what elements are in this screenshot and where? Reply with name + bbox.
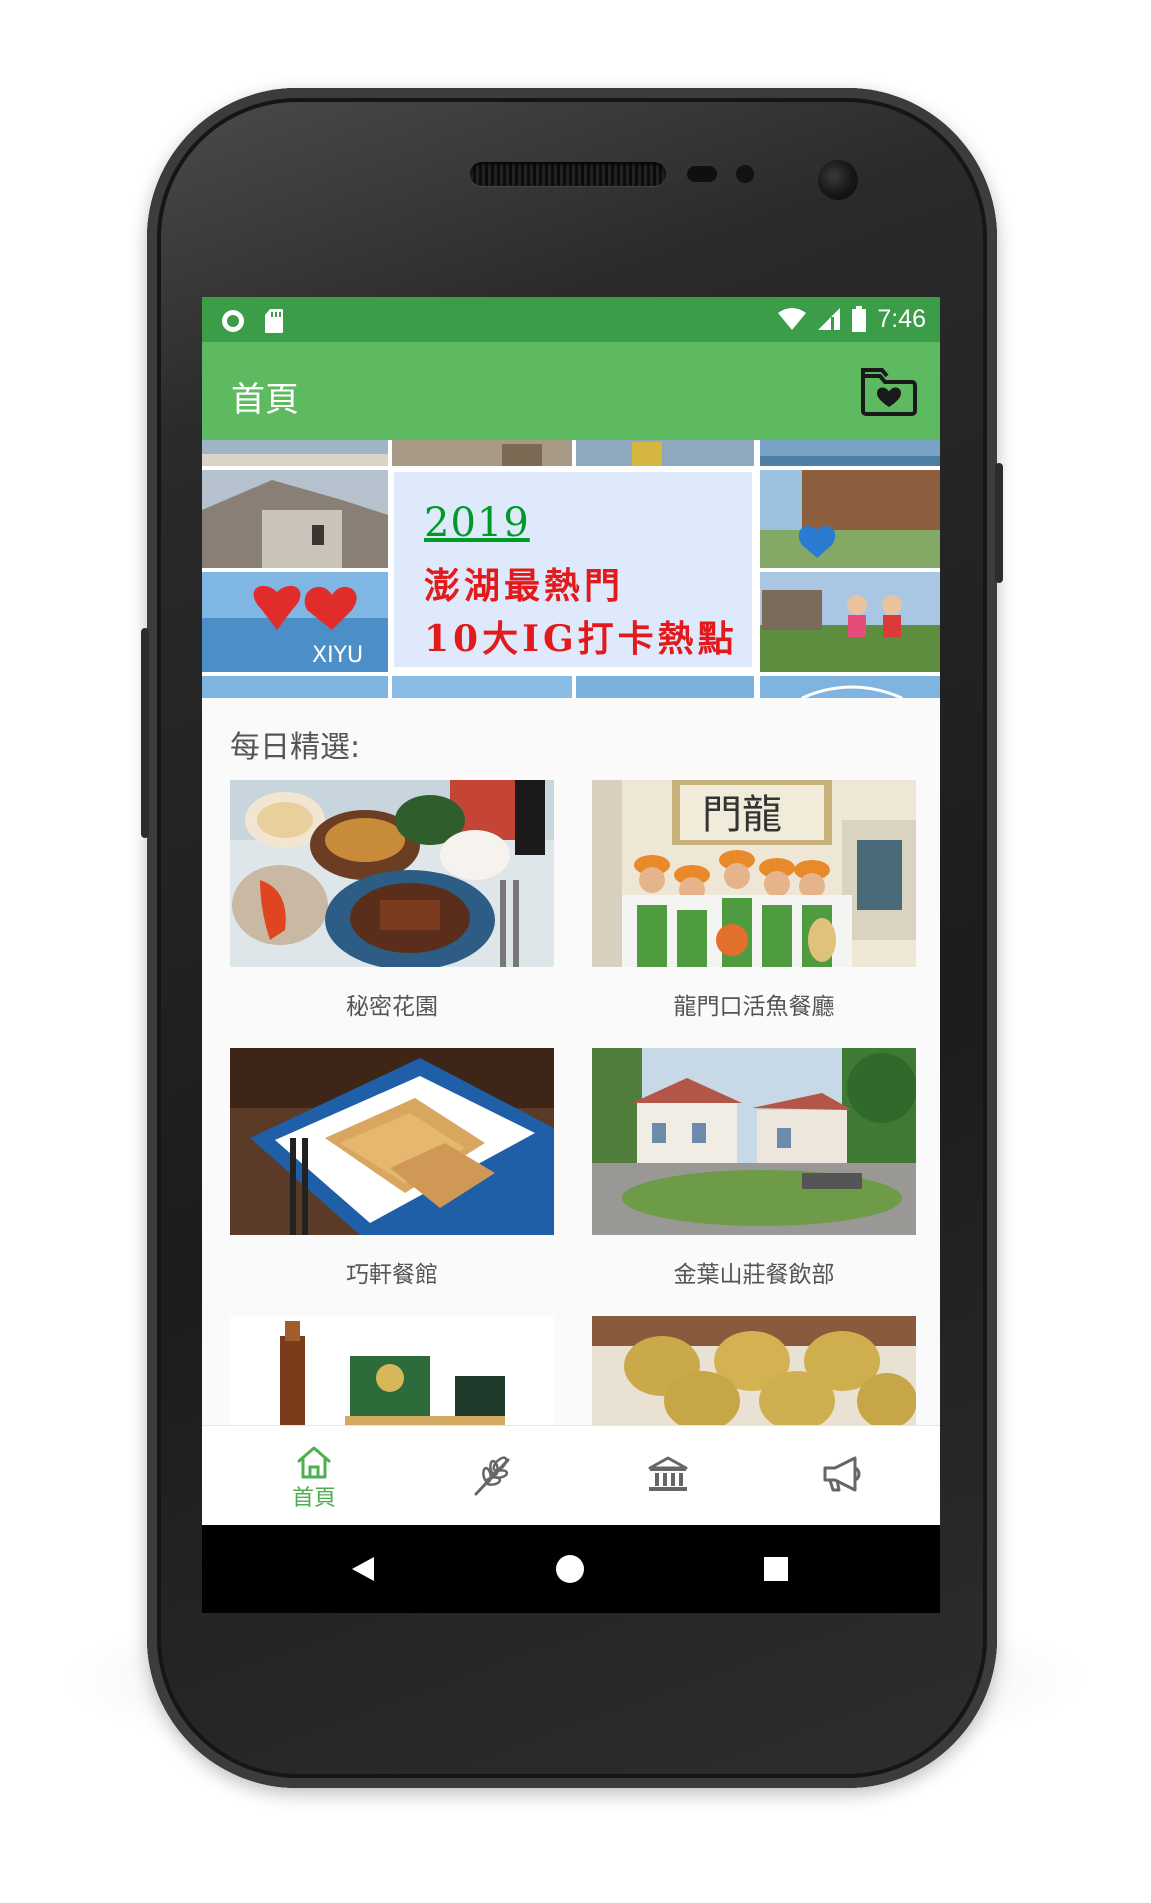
restaurant-card[interactable]: 巧軒餐館 [230,1048,554,1289]
promo-banner[interactable]: XIYU 2019 澎湖最熱門 10大IG打卡熱點 [202,440,940,698]
battery-icon [852,306,867,332]
phone-screen: 7:46 首頁 XIYU 2019 澎湖最熱門 10大IG打卡熱點 每日精選: … [202,297,940,1613]
home-icon [297,1446,331,1479]
circle-notification-icon [222,310,244,332]
section-title-daily-picks: 每日精選: [230,730,361,765]
restaurant-photo [230,780,554,967]
restaurant-card[interactable]: 金葉山莊餐飲部 [592,1048,916,1289]
earpiece-speaker [470,162,666,186]
system-navigation-bar [202,1525,940,1613]
restaurant-name: 巧軒餐館 [346,1262,438,1288]
restaurant-card[interactable]: 秘密花園 [230,780,554,1021]
banner-headline-line2: 10大IG打卡熱點 [424,618,738,660]
restaurant-photo [592,1316,916,1425]
status-bar: 7:46 [202,297,940,342]
restaurant-name: 金葉山莊餐飲部 [673,1262,835,1288]
restaurant-name: 龍門口活魚餐廳 [673,994,835,1020]
back-icon[interactable] [350,1555,376,1583]
restaurant-name: 秘密花園 [346,994,438,1020]
nav-label-home: 首頁 [291,1486,336,1511]
nav-item-culture[interactable] [628,1454,708,1498]
wheat-icon [474,1456,510,1496]
recents-icon[interactable] [764,1557,788,1581]
restaurant-card[interactable]: 門龍 龍門口活魚餐廳 [592,780,916,1021]
sd-card-icon [265,309,283,333]
banner-headline-box: 2019 澎湖最熱門 10大IG打卡熱點 [392,470,754,669]
status-time: 7:46 [877,305,926,333]
banner-headline-line1: 澎湖最熱門 [424,565,625,607]
app-bar: 首頁 [202,342,940,440]
restaurant-photo: 門龍 [592,780,916,967]
front-camera [818,160,858,200]
restaurant-photo [230,1048,554,1235]
volume-button [141,628,149,838]
nav-item-announcements[interactable] [802,1454,882,1498]
svg-text:XIYU: XIYU [312,643,363,668]
home-button-icon[interactable] [555,1554,585,1584]
nav-item-home[interactable]: 首頁 [274,1444,354,1512]
favorites-folder-icon[interactable] [860,364,918,418]
main-content: XIYU 2019 澎湖最熱門 10大IG打卡熱點 每日精選: 秘密花園 門龍 … [202,440,940,1425]
light-sensor [736,165,754,183]
restaurant-photo [592,1048,916,1235]
proximity-sensor [687,166,717,182]
svg-text:門龍: 門龍 [702,792,782,838]
page-title: 首頁 [231,380,299,420]
banner-year: 2019 [424,500,530,546]
restaurant-photo [230,1316,554,1425]
cell-signal-icon [818,308,841,330]
bottom-navigation: 首頁 [202,1425,940,1526]
power-button [995,463,1003,583]
museum-icon [648,1456,688,1491]
restaurant-card[interactable] [230,1316,554,1425]
restaurant-card[interactable] [592,1316,916,1425]
nav-item-agriculture[interactable] [452,1454,532,1502]
wifi-icon [778,308,807,330]
megaphone-icon [823,1456,861,1492]
